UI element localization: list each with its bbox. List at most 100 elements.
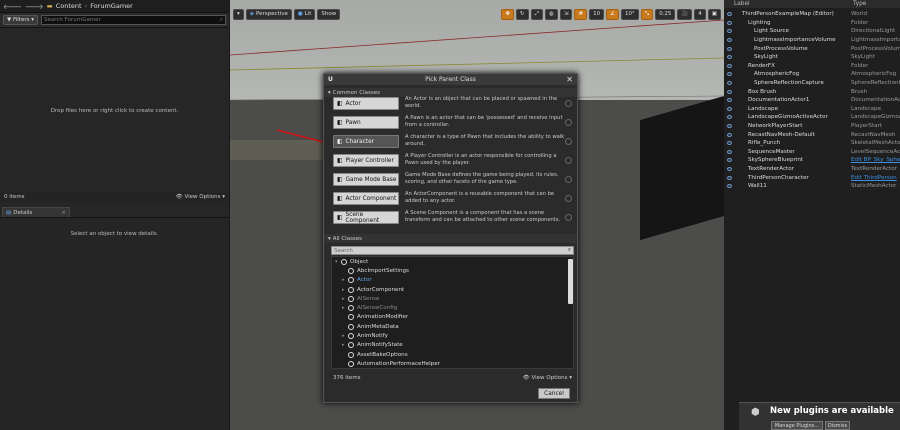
- help-icon[interactable]: [565, 195, 572, 202]
- visibility-eye-icon[interactable]: [727, 20, 732, 25]
- expand-arrow-icon[interactable]: ▸: [342, 305, 345, 311]
- outliner-row-type[interactable]: Edit BP_Sky_Sphe: [851, 157, 900, 163]
- class-tree-row[interactable]: AssetBakeOptions: [332, 350, 573, 359]
- class-tree-row[interactable]: ▾ Object: [332, 257, 573, 266]
- visibility-eye-icon[interactable]: [727, 89, 732, 94]
- help-icon[interactable]: [565, 138, 572, 145]
- scale-tool-icon[interactable]: ⤢: [530, 8, 544, 20]
- visibility-eye-icon[interactable]: [727, 106, 732, 111]
- outliner-row[interactable]: Light Source DirectionalLight: [724, 27, 900, 36]
- lit-button[interactable]: ● Lit: [293, 8, 316, 20]
- content-browser-area[interactable]: Drop files here or right click to create…: [0, 28, 229, 193]
- visibility-eye-icon[interactable]: [727, 29, 732, 34]
- translate-tool-icon[interactable]: ✥: [501, 8, 515, 20]
- common-class-button[interactable]: ◧ Player Controller: [333, 154, 399, 167]
- grid-snap-value[interactable]: 10: [589, 8, 605, 20]
- scrollbar[interactable]: [568, 259, 573, 304]
- view-options-button[interactable]: 👁 View Options ▾: [176, 194, 225, 200]
- outliner-row[interactable]: SkyLight SkyLight: [724, 53, 900, 62]
- class-tree-row[interactable]: AutomationPerformaceHelper: [332, 359, 573, 368]
- back-arrow-icon[interactable]: 🡐: [3, 2, 22, 11]
- visibility-eye-icon[interactable]: [727, 141, 732, 146]
- visibility-eye-icon[interactable]: [727, 12, 732, 17]
- visibility-eye-icon[interactable]: [727, 132, 732, 137]
- outliner-row[interactable]: PostProcessVolume PostProcessVolume: [724, 44, 900, 53]
- visibility-eye-icon[interactable]: [727, 63, 732, 68]
- visibility-eye-icon[interactable]: [727, 184, 732, 189]
- visibility-eye-icon[interactable]: [727, 72, 732, 77]
- manage-plugins-button[interactable]: Manage Plugins...: [771, 421, 823, 430]
- outliner-row[interactable]: Landscape Landscape: [724, 105, 900, 114]
- visibility-eye-icon[interactable]: [727, 158, 732, 163]
- class-tree-row[interactable]: AnimationModifier: [332, 313, 573, 322]
- camera-speed-icon[interactable]: 🎥: [677, 8, 693, 20]
- visibility-eye-icon[interactable]: [727, 124, 732, 129]
- cancel-button[interactable]: Cancel: [538, 388, 570, 399]
- help-icon[interactable]: [565, 100, 572, 107]
- visibility-eye-icon[interactable]: [727, 166, 732, 171]
- class-tree-row[interactable]: ▸ AnimNotify: [332, 331, 573, 340]
- outliner-row[interactable]: SequenceMaster LevelSequenceActor: [724, 148, 900, 157]
- class-tree[interactable]: ▾ Object AbcImportSettings ▸ Actor ▸ ActorComp…: [331, 256, 574, 369]
- show-button[interactable]: Show: [317, 8, 341, 20]
- visibility-eye-icon[interactable]: [727, 81, 732, 86]
- class-search-input[interactable]: Search ⌕: [331, 246, 574, 255]
- class-tree-row[interactable]: ▸ AISenseConfig: [332, 303, 573, 312]
- scale-snap-value[interactable]: 0.25: [655, 8, 676, 20]
- surface-snap-icon[interactable]: ⇲: [559, 8, 573, 20]
- outliner-row[interactable]: RenderFX Folder: [724, 62, 900, 71]
- outliner-row[interactable]: LightmassImportanceVolume LightmassImport…: [724, 36, 900, 45]
- class-tree-row[interactable]: AbcImportSettings: [332, 266, 573, 275]
- help-icon[interactable]: [565, 176, 572, 183]
- scale-snap-icon[interactable]: ⤡: [640, 8, 654, 20]
- camera-speed-value[interactable]: 4: [694, 8, 706, 20]
- visibility-eye-icon[interactable]: [727, 55, 732, 60]
- class-tree-row[interactable]: ▸ ActorComponent: [332, 285, 573, 294]
- grid-snap-icon[interactable]: #: [574, 8, 588, 20]
- viewport-options-button[interactable]: ▾: [233, 8, 244, 20]
- common-class-button[interactable]: ◧ Character: [333, 135, 399, 148]
- help-icon[interactable]: [565, 119, 572, 126]
- maximize-icon[interactable]: ▣: [707, 8, 721, 20]
- outliner-row[interactable]: Box Brush Brush: [724, 87, 900, 96]
- breadcrumb-content[interactable]: Content: [56, 2, 82, 10]
- outliner-row[interactable]: LandscapeGizmoActiveActor LandscapeGizmoA…: [724, 113, 900, 122]
- visibility-eye-icon[interactable]: [727, 46, 732, 51]
- perspective-button[interactable]: ◈ Perspective: [245, 8, 292, 20]
- content-search-input[interactable]: Search ForumGamer ⌕: [41, 15, 226, 25]
- forward-arrow-icon[interactable]: 🡒: [25, 2, 44, 11]
- expand-arrow-icon[interactable]: ▸: [342, 333, 345, 339]
- common-class-button[interactable]: ◧ Scene Component: [333, 211, 399, 224]
- class-tree-row[interactable]: ▸ AISense: [332, 294, 573, 303]
- outliner-row[interactable]: ThirdPersonCharacter Edit ThirdPerson: [724, 173, 900, 182]
- rotation-snap-value[interactable]: 10°: [621, 8, 639, 20]
- outliner-row[interactable]: AtmosphericFog AtmosphericFog: [724, 70, 900, 79]
- type-column-header[interactable]: Type: [853, 1, 866, 7]
- common-class-button[interactable]: ◧ Game Mode Base: [333, 173, 399, 186]
- visibility-eye-icon[interactable]: [727, 149, 732, 154]
- common-class-button[interactable]: ◧ Actor Component: [333, 192, 399, 205]
- all-classes-section[interactable]: ▾ All Classes: [324, 234, 577, 243]
- visibility-eye-icon[interactable]: [727, 98, 732, 103]
- outliner-row[interactable]: ThirdPersonExampleMap (Editor) World: [724, 10, 900, 19]
- common-class-button[interactable]: ◧ Actor: [333, 97, 399, 110]
- outliner-row-type[interactable]: Edit ThirdPerson: [851, 175, 897, 181]
- expand-arrow-icon[interactable]: ▸: [342, 296, 345, 302]
- tab-details[interactable]: ▤ Details ×: [2, 207, 70, 217]
- rotation-snap-icon[interactable]: ∠: [606, 8, 620, 20]
- label-column-header[interactable]: Label: [734, 1, 750, 7]
- outliner-row[interactable]: SkySphereBlueprint Edit BP_Sky_Sphe: [724, 156, 900, 165]
- visibility-eye-icon[interactable]: [727, 175, 732, 180]
- filters-button[interactable]: ▼ Filters ▾: [3, 15, 38, 25]
- class-tree-row[interactable]: ▸ Actor: [332, 276, 573, 285]
- outliner-row[interactable]: TextRenderActor TextRenderActor: [724, 165, 900, 174]
- class-tree-row[interactable]: ▸ AnimNotifyState: [332, 341, 573, 350]
- expand-arrow-icon[interactable]: ▸: [342, 277, 345, 283]
- expand-arrow-icon[interactable]: ▸: [342, 342, 345, 348]
- common-class-button[interactable]: ◧ Pawn: [333, 116, 399, 129]
- outliner-row[interactable]: SphereReflectionCapture SphereReflectionC…: [724, 79, 900, 88]
- outliner-row[interactable]: RecastNavMesh-Default RecastNavMesh: [724, 130, 900, 139]
- expand-arrow-icon[interactable]: ▾: [335, 259, 338, 265]
- help-icon[interactable]: [565, 157, 572, 164]
- breadcrumb-forumgamer[interactable]: ForumGamer: [90, 2, 133, 10]
